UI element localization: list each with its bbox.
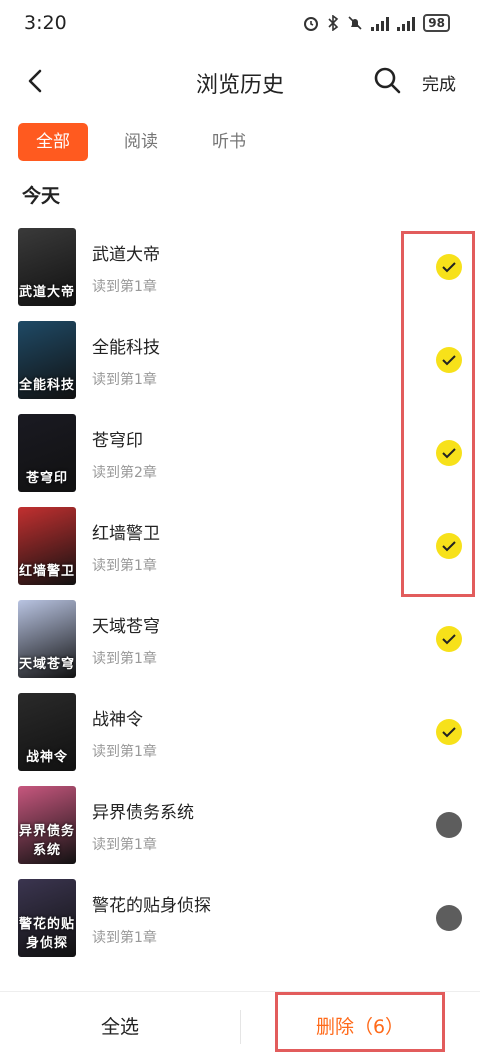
cover-title: 红墙警卫 xyxy=(18,564,75,579)
book-cover: 武道大帝 xyxy=(18,228,76,306)
filter-tabs: 全部 阅读 听书 xyxy=(18,123,282,161)
book-cover: 苍穹印 xyxy=(18,414,76,492)
book-progress: 读到第1章 xyxy=(92,744,157,760)
book-progress: 读到第2章 xyxy=(92,465,157,481)
book-progress: 读到第1章 xyxy=(92,837,157,853)
selection-checkbox[interactable] xyxy=(436,347,462,373)
selection-checkbox[interactable] xyxy=(436,533,462,559)
cover-title: 苍穹印 xyxy=(25,471,68,486)
selection-checkbox[interactable] xyxy=(436,719,462,745)
list-item[interactable]: 异界债务系统 异界债务系统 读到第1章 xyxy=(0,784,480,877)
cover-title: 战神令 xyxy=(25,750,68,765)
book-title: 异界债务系统 xyxy=(92,803,194,823)
book-cover: 警花的贴身侦探 xyxy=(18,879,76,957)
signal-icon xyxy=(371,15,390,31)
list-item[interactable]: 武道大帝 武道大帝 读到第1章 xyxy=(0,226,480,319)
cover-title: 全能科技 xyxy=(18,378,75,393)
history-list: 武道大帝 武道大帝 读到第1章 全能科技 全能科技 读到第1章 苍穹印 苍穹印 … xyxy=(0,226,480,970)
book-cover: 天域苍穹 xyxy=(18,600,76,678)
tab-reading[interactable]: 阅读 xyxy=(106,123,176,161)
book-progress: 读到第1章 xyxy=(92,558,157,574)
mute-icon xyxy=(348,16,362,30)
section-today-label: 今天 xyxy=(22,185,61,207)
signal-icon-2 xyxy=(397,15,416,31)
list-item[interactable]: 天域苍穹 天域苍穹 读到第1章 xyxy=(0,598,480,691)
back-button[interactable] xyxy=(18,64,52,98)
book-title: 战神令 xyxy=(92,710,143,730)
list-item[interactable]: 红墙警卫 红墙警卫 读到第1章 xyxy=(0,505,480,598)
book-title: 武道大帝 xyxy=(92,245,160,265)
book-title: 苍穹印 xyxy=(92,431,143,451)
check-icon xyxy=(442,727,456,738)
battery-icon: 98 xyxy=(423,14,450,32)
list-item[interactable]: 战神令 战神令 读到第1章 xyxy=(0,691,480,784)
book-title: 警花的贴身侦探 xyxy=(92,896,211,916)
tab-audiobook[interactable]: 听书 xyxy=(194,123,264,161)
book-cover: 全能科技 xyxy=(18,321,76,399)
check-icon xyxy=(442,262,456,273)
book-title: 全能科技 xyxy=(92,338,160,358)
list-item[interactable]: 全能科技 全能科技 读到第1章 xyxy=(0,319,480,412)
tab-all[interactable]: 全部 xyxy=(18,123,88,161)
status-time: 3:20 xyxy=(24,12,67,34)
cover-title: 异界债务系统 xyxy=(18,824,75,858)
search-icon xyxy=(374,67,401,94)
bluetooth-icon xyxy=(328,15,339,31)
book-progress: 读到第1章 xyxy=(92,372,157,388)
divider xyxy=(240,1010,241,1044)
check-icon xyxy=(442,541,456,552)
selection-checkbox[interactable] xyxy=(436,254,462,280)
book-cover: 异界债务系统 xyxy=(18,786,76,864)
page-title: 浏览历史 xyxy=(195,73,284,98)
list-item[interactable]: 苍穹印 苍穹印 读到第2章 xyxy=(0,412,480,505)
book-progress: 读到第1章 xyxy=(92,651,157,667)
book-progress: 读到第1章 xyxy=(92,930,157,946)
book-progress: 读到第1章 xyxy=(92,279,157,295)
book-cover: 红墙警卫 xyxy=(18,507,76,585)
back-arrow-icon xyxy=(28,69,42,93)
check-icon xyxy=(442,355,456,366)
book-title: 红墙警卫 xyxy=(92,524,160,544)
selection-checkbox[interactable] xyxy=(436,626,462,652)
status-icons: 98 xyxy=(303,14,450,32)
done-button[interactable]: 完成 xyxy=(422,70,456,95)
bottom-action-bar: 全选 删除（6） xyxy=(0,991,480,1061)
cover-title: 天域苍穹 xyxy=(18,657,75,672)
list-item[interactable]: 警花的贴身侦探 警花的贴身侦探 读到第1章 xyxy=(0,877,480,970)
book-title: 天域苍穹 xyxy=(92,617,160,637)
selection-checkbox[interactable] xyxy=(436,905,462,931)
selection-checkbox[interactable] xyxy=(436,440,462,466)
search-button[interactable] xyxy=(371,64,403,96)
cover-title: 武道大帝 xyxy=(18,285,75,300)
check-icon xyxy=(442,634,456,645)
cover-title: 警花的贴身侦探 xyxy=(18,917,75,951)
book-cover: 战神令 xyxy=(18,693,76,771)
delete-button[interactable]: 删除（6） xyxy=(275,992,445,1052)
alarm-icon xyxy=(304,17,319,31)
status-bar: 3:20 98 xyxy=(0,0,480,48)
select-all-button[interactable]: 全选 xyxy=(0,992,240,1061)
selection-checkbox[interactable] xyxy=(436,812,462,838)
nav-bar: 浏览历史 完成 xyxy=(0,52,480,108)
check-icon xyxy=(442,448,456,459)
